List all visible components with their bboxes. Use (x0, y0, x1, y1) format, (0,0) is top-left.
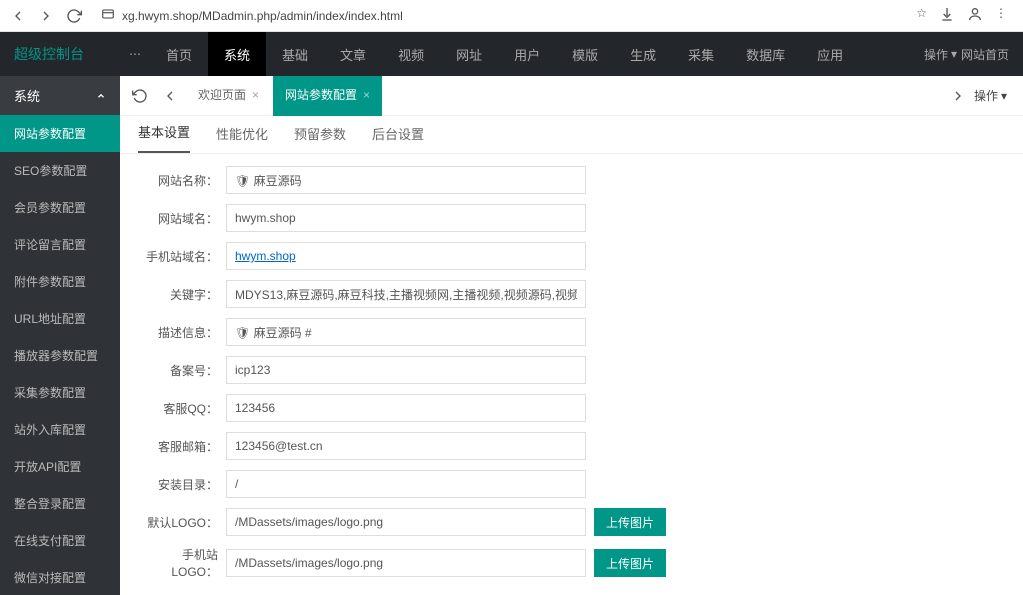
url-bar[interactable]: xg.hwym.shop/MDadmin.php/admin/index/ind… (92, 6, 908, 25)
topnav-item[interactable]: 网址 (440, 32, 498, 76)
label: 手机站LOGO： (136, 546, 226, 580)
topnav-item[interactable]: 系统 (208, 32, 266, 76)
label: 安装目录： (136, 476, 226, 493)
operate-menu[interactable]: 操作▾ (924, 46, 957, 63)
sidebar: 系统 网站参数配置SEO参数配置会员参数配置评论留言配置附件参数配置URL地址配… (0, 76, 120, 595)
logo-input[interactable] (226, 508, 586, 536)
subtab-item[interactable]: 预留参数 (294, 124, 346, 153)
sidebar-item[interactable]: 站外入库配置 (0, 411, 120, 448)
sidebar-item[interactable]: 采集参数配置 (0, 374, 120, 411)
chevron-down-icon: ▾ (951, 47, 957, 61)
sidebar-item[interactable]: URL地址配置 (0, 300, 120, 337)
topnav-item[interactable]: 用户 (498, 32, 556, 76)
subtab-item[interactable]: 后台设置 (372, 124, 424, 153)
sidebar-group-head[interactable]: 系统 (0, 76, 120, 115)
url-text: xg.hwym.shop/MDadmin.php/admin/index/ind… (122, 9, 403, 23)
topbar: 超级控制台 ⋯ 首页系统基础文章视频网址用户模版生成采集数据库应用 操作▾ 网站… (0, 32, 1023, 76)
sidebar-item[interactable]: 网站参数配置 (0, 115, 120, 152)
upload-button[interactable]: 上传图片 (594, 549, 666, 577)
brand: 超级控制台 (0, 44, 120, 64)
email-input[interactable] (226, 432, 586, 460)
topnav-item[interactable]: 采集 (672, 32, 730, 76)
section-title: 会员充值 (136, 590, 1007, 595)
close-icon[interactable]: × (252, 88, 259, 102)
mobile-logo-input[interactable] (226, 549, 586, 577)
sidebar-item[interactable]: SEO参数配置 (0, 152, 120, 189)
qq-input[interactable] (226, 394, 586, 422)
menu-icon[interactable]: ⋮ (995, 6, 1007, 25)
forward-icon[interactable] (36, 6, 56, 26)
label: 网站名称： (136, 172, 226, 189)
tabs-operate-menu[interactable]: 操作▾ (974, 87, 1017, 104)
refresh-icon[interactable] (126, 82, 154, 110)
reload-icon[interactable] (64, 6, 84, 26)
sidebar-item[interactable]: 播放器参数配置 (0, 337, 120, 374)
form-area: 网站名称： 网站域名： 手机站域名： 关键字： 描述信息： 备案号： 客服QQ：… (120, 154, 1023, 595)
label: 备案号： (136, 362, 226, 379)
mobile-domain-input[interactable] (226, 242, 586, 270)
sidebar-item[interactable]: 在线支付配置 (0, 522, 120, 559)
label: 描述信息： (136, 324, 226, 341)
chevron-up-icon (96, 91, 106, 101)
subtab-item[interactable]: 基本设置 (138, 122, 190, 153)
sidebar-item[interactable]: 整合登录配置 (0, 485, 120, 522)
site-name-input[interactable] (226, 166, 586, 194)
sidebar-item[interactable]: 附件参数配置 (0, 263, 120, 300)
tab-active[interactable]: 网站参数配置× (273, 76, 382, 116)
subtab-item[interactable]: 性能优化 (216, 124, 268, 153)
keywords-input[interactable] (226, 280, 586, 308)
site-home-link[interactable]: 网站首页 (961, 46, 1009, 63)
topnav-item[interactable]: 基础 (266, 32, 324, 76)
tab-next-icon[interactable] (944, 82, 972, 110)
description-input[interactable] (226, 318, 586, 346)
subtabbar: 基本设置性能优化预留参数后台设置 (120, 116, 1023, 154)
topnav-item[interactable]: 文章 (324, 32, 382, 76)
topnav-item[interactable]: 首页 (150, 32, 208, 76)
topnav-item[interactable]: 应用 (801, 32, 859, 76)
sidebar-item[interactable]: 评论留言配置 (0, 226, 120, 263)
chevron-down-icon: ▾ (1001, 89, 1007, 103)
topnav: 首页系统基础文章视频网址用户模版生成采集数据库应用 (150, 32, 859, 76)
back-icon[interactable] (8, 6, 28, 26)
label: 默认LOGO： (136, 514, 226, 531)
topnav-item[interactable]: 视频 (382, 32, 440, 76)
icp-input[interactable] (226, 356, 586, 384)
label: 手机站域名： (136, 248, 226, 265)
domain-input[interactable] (226, 204, 586, 232)
sidebar-item[interactable]: 开放API配置 (0, 448, 120, 485)
topnav-item[interactable]: 数据库 (730, 32, 801, 76)
profile-icon[interactable] (967, 6, 983, 25)
browser-chrome-bar: xg.hwym.shop/MDadmin.php/admin/index/ind… (0, 0, 1023, 32)
tab-welcome[interactable]: 欢迎页面× (186, 76, 271, 116)
label: 关键字： (136, 286, 226, 303)
install-input[interactable] (226, 470, 586, 498)
topnav-item[interactable]: 生成 (614, 32, 672, 76)
label: 客服邮箱： (136, 438, 226, 455)
sidebar-item[interactable]: 会员参数配置 (0, 189, 120, 226)
label: 网站域名： (136, 210, 226, 227)
tabbar: 欢迎页面× 网站参数配置× 操作▾ (120, 76, 1023, 116)
upload-button[interactable]: 上传图片 (594, 508, 666, 536)
site-info-icon[interactable] (100, 6, 116, 25)
tab-prev-icon[interactable] (156, 82, 184, 110)
bookmark-icon[interactable]: ☆ (916, 6, 927, 25)
download-icon[interactable] (939, 6, 955, 25)
close-icon[interactable]: × (363, 88, 370, 102)
topnav-item[interactable]: 模版 (556, 32, 614, 76)
label: 客服QQ： (136, 400, 226, 417)
topbar-more-icon[interactable]: ⋯ (120, 47, 150, 61)
sidebar-item[interactable]: 微信对接配置 (0, 559, 120, 595)
